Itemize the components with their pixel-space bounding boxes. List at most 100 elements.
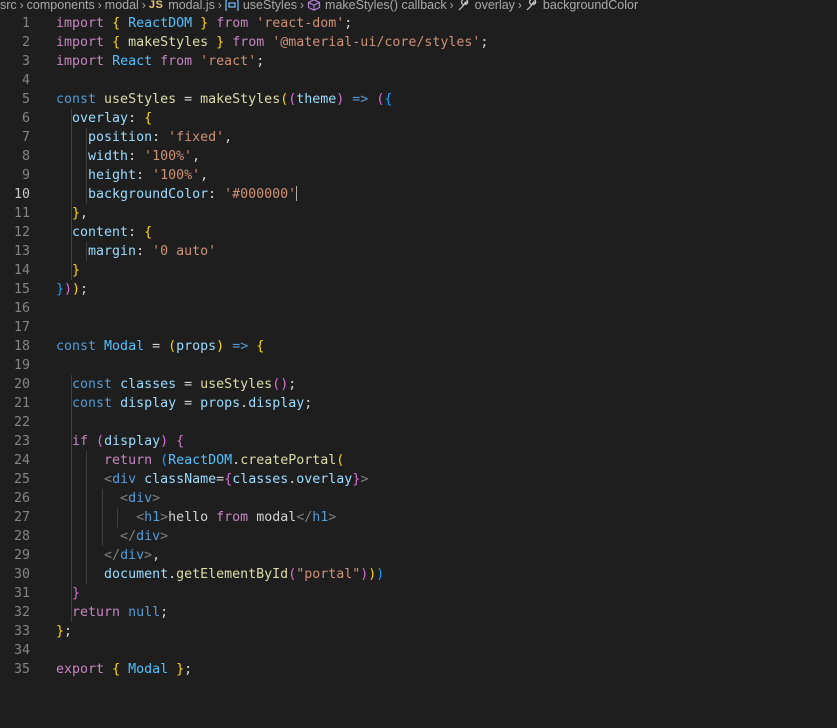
- code-line[interactable]: 17: [0, 318, 837, 337]
- breadcrumb-item[interactable]: makeStyles() callback: [307, 0, 447, 11]
- code-text: }: [72, 263, 81, 278]
- line-number: 35: [13, 662, 30, 677]
- line-number: 12: [13, 225, 30, 240]
- code-line[interactable]: 16: [0, 299, 837, 318]
- breadcrumb-label: modal: [104, 0, 139, 12]
- code-line[interactable]: 6 overlay: {: [0, 109, 837, 128]
- code-line[interactable]: 10 backgroundColor: '#000000': [0, 185, 837, 204]
- code-line[interactable]: 14 }: [0, 261, 837, 280]
- code-line[interactable]: 8 width: '100%',: [0, 147, 837, 166]
- code-line[interactable]: 35 export { Modal };: [0, 660, 837, 679]
- code-text: import React from 'react';: [56, 54, 265, 69]
- breadcrumb-item[interactable]: modal: [105, 0, 139, 11]
- code-line[interactable]: 21 const display = props.display;: [0, 394, 837, 413]
- code-line[interactable]: 9 height: '100%',: [0, 166, 837, 185]
- line-number: 13: [13, 244, 30, 259]
- line-number: 29: [13, 548, 30, 563]
- code-line[interactable]: 22: [0, 413, 837, 432]
- line-number: 21: [13, 396, 30, 411]
- code-text: import { ReactDOM } from 'react-dom';: [56, 16, 353, 31]
- code-text: <div>: [120, 491, 161, 506]
- breadcrumb-item[interactable]: JS modal.js: [149, 0, 215, 11]
- code-text: overlay: {: [72, 111, 153, 126]
- code-line[interactable]: 18 const Modal = (props) => {: [0, 337, 837, 356]
- line-number: 8: [21, 149, 30, 164]
- line-number: 16: [13, 301, 30, 316]
- line-number: 22: [13, 415, 30, 430]
- method-icon: [307, 0, 321, 11]
- code-line[interactable]: 30 document.getElementById("portal"))): [0, 565, 837, 584]
- breadcrumb-item[interactable]: backgroundColor: [525, 0, 638, 11]
- code-line[interactable]: 32 return null;: [0, 603, 837, 622]
- line-number: 14: [13, 263, 30, 278]
- code-line[interactable]: 26 <div>: [0, 489, 837, 508]
- line-number: 23: [13, 434, 30, 449]
- line-number: 4: [21, 73, 30, 88]
- code-line[interactable]: 13 margin: '0 auto': [0, 242, 837, 261]
- code-text: }));: [56, 282, 89, 297]
- breadcrumb-label: useStyles: [242, 0, 298, 12]
- code-line[interactable]: 20 const classes = useStyles();: [0, 375, 837, 394]
- text-cursor: [296, 186, 298, 201]
- code-editor[interactable]: 1 import { ReactDOM } from 'react-dom'; 2 i…: [0, 14, 837, 679]
- breadcrumb-label: makeStyles() callback: [325, 0, 447, 12]
- line-number: 1: [21, 16, 30, 31]
- code-text: if (display) {: [72, 434, 185, 449]
- code-text: backgroundColor: '#000000': [88, 186, 298, 202]
- code-line[interactable]: 5 const useStyles = makeStyles((theme) =>…: [0, 90, 837, 109]
- code-line[interactable]: 28 </div>: [0, 527, 837, 546]
- line-number: 7: [21, 130, 30, 145]
- code-text: <h1>hello from modal</h1>: [136, 510, 337, 525]
- code-line[interactable]: 19: [0, 356, 837, 375]
- line-number: 19: [13, 358, 30, 373]
- line-number: 20: [13, 377, 30, 392]
- line-number: 18: [13, 339, 30, 354]
- code-line[interactable]: 4: [0, 71, 837, 90]
- breadcrumb-item[interactable]: src: [0, 0, 17, 11]
- code-line[interactable]: 11 },: [0, 204, 837, 223]
- property-icon: [457, 0, 471, 11]
- code-text: };: [56, 624, 73, 639]
- code-text: import { makeStyles } from '@material-ui…: [56, 35, 489, 50]
- line-number: 24: [13, 453, 30, 468]
- code-line[interactable]: 12 content: {: [0, 223, 837, 242]
- code-line[interactable]: 33};: [0, 622, 837, 641]
- breadcrumb-label: components: [26, 0, 95, 12]
- line-number: 5: [21, 92, 30, 107]
- code-text: position: 'fixed',: [88, 130, 233, 145]
- breadcrumb-item[interactable]: components: [27, 0, 95, 11]
- chevron-right-icon: ›: [517, 0, 522, 12]
- chevron-right-icon: ›: [97, 0, 102, 12]
- code-line[interactable]: 31 }: [0, 584, 837, 603]
- code-text: return null;: [72, 605, 169, 620]
- code-line[interactable]: 34: [0, 641, 837, 660]
- property-icon: [525, 0, 539, 11]
- breadcrumb-label: src: [0, 0, 17, 12]
- line-number: 6: [21, 111, 30, 126]
- line-number: 15: [13, 282, 30, 297]
- code-line[interactable]: 1 import { ReactDOM } from 'react-dom';: [0, 14, 837, 33]
- line-number: 9: [21, 168, 30, 183]
- line-number: 32: [13, 605, 30, 620]
- indent-guide: [71, 413, 72, 432]
- code-line[interactable]: 3 import React from 'react';: [0, 52, 837, 71]
- line-number: 3: [21, 54, 30, 69]
- code-line[interactable]: 2 import { makeStyles } from '@material-u…: [0, 33, 837, 52]
- code-text: width: '100%',: [88, 149, 201, 164]
- line-number: 31: [13, 586, 30, 601]
- line-number: 28: [13, 529, 30, 544]
- code-text: document.getElementById("portal"))): [104, 567, 385, 582]
- js-file-icon: JS: [148, 0, 164, 11]
- breadcrumb-item[interactable]: overlay: [457, 0, 515, 11]
- code-line[interactable]: 23 if (display) {: [0, 432, 837, 451]
- line-number: 27: [13, 510, 30, 525]
- code-line[interactable]: 15}));: [0, 280, 837, 299]
- line-number: 25: [13, 472, 30, 487]
- breadcrumb-item[interactable]: useStyles: [225, 0, 297, 11]
- code-line[interactable]: 29 </div>,: [0, 546, 837, 565]
- breadcrumb-label: overlay: [474, 0, 515, 12]
- code-line[interactable]: 25 <div className={classes.overlay}>: [0, 470, 837, 489]
- code-line[interactable]: 7 position: 'fixed',: [0, 128, 837, 147]
- code-line[interactable]: 24 return (ReactDOM.createPortal(: [0, 451, 837, 470]
- code-line[interactable]: 27 <h1>hello from modal</h1>: [0, 508, 837, 527]
